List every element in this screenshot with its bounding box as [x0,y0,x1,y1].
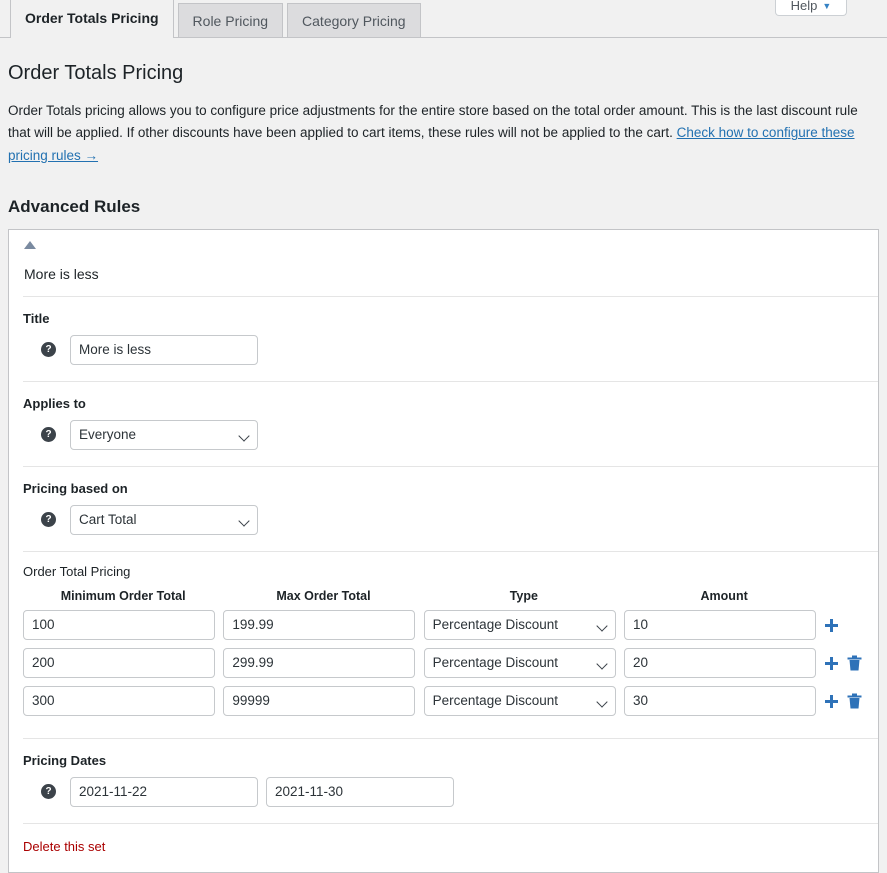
rule-panel-header: More is less [9,230,878,296]
amount-input[interactable] [623,685,816,716]
max-order-total-input[interactable] [223,647,416,678]
amount-input[interactable] [623,609,816,640]
field-title-label: Title [23,310,50,326]
tab-bar: Order Totals Pricing Role Pricing Catego… [0,0,887,38]
column-header-minimum-order-total: Minimum Order Total [60,588,186,603]
pricing-date-start-input[interactable] [70,776,258,807]
trash-icon[interactable] [847,655,862,671]
type-select[interactable]: Percentage Discount [423,685,616,716]
column-header-max-order-total: Max Order Total [276,588,371,603]
question-mark-icon[interactable]: ? [41,342,56,358]
order-total-pricing-caption: Order Total Pricing [23,563,131,579]
minimum-order-total-input[interactable] [23,685,215,716]
delete-this-set-link[interactable]: Delete this set [23,839,105,854]
pricing-based-on-select[interactable]: Cart Total [70,504,258,535]
delete-set-block: Delete this set [9,824,878,872]
page-description: Order Totals pricing allows you to confi… [8,100,879,167]
help-button-label: Help [790,0,818,13]
plus-icon[interactable] [824,618,839,633]
tab-role-pricing[interactable]: Role Pricing [177,3,284,37]
help-button[interactable]: Help ▼ [775,0,847,16]
question-mark-icon[interactable]: ? [41,427,56,443]
triangle-up-icon[interactable] [23,240,37,252]
applies-to-select[interactable]: Everyone [70,419,258,450]
chevron-down-icon: Cart Total [70,504,258,535]
table-row: Percentage Discount [23,647,864,686]
trash-icon[interactable] [847,693,862,709]
field-applies-to-label: Applies to [23,395,86,411]
max-order-total-input[interactable] [223,685,416,716]
plus-icon[interactable] [824,656,839,671]
order-total-pricing-table: Minimum Order Total Max Order Total Type… [23,589,864,724]
page-title: Order Totals Pricing [8,62,184,84]
type-select[interactable]: Percentage Discount [423,647,616,678]
plus-icon[interactable] [824,694,839,709]
row-actions [824,686,864,724]
column-header-type: Type [509,588,538,603]
rule-panel: More is less Title ? Applies to ? Everyo… [8,228,879,873]
field-applies-to: Applies to ? Everyone [9,382,878,466]
minimum-order-total-input[interactable] [23,609,215,640]
pricing-date-end-input[interactable] [266,776,454,807]
field-pricing-based-on-label: Pricing based on [23,480,128,496]
table-header-row: Minimum Order Total Max Order Total Type… [23,589,864,610]
table-row: Percentage Discount [23,609,864,648]
minimum-order-total-input[interactable] [23,647,215,678]
table-row: Percentage Discount [23,685,864,724]
chevron-down-icon: Percentage Discount [423,647,616,678]
amount-input[interactable] [623,647,816,678]
field-pricing-dates-label: Pricing Dates [23,752,107,768]
field-pricing-dates: Pricing Dates ? [9,739,878,823]
field-pricing-based-on: Pricing based on ? Cart Total [9,467,878,551]
chevron-down-icon: Percentage Discount [423,685,616,716]
tab-order-totals-pricing[interactable]: Order Totals Pricing [10,0,174,38]
row-actions [824,648,864,686]
order-total-pricing-block: Order Total Pricing Minimum Order Total … [9,552,878,738]
column-header-amount: Amount [700,588,748,603]
tab-category-pricing[interactable]: Category Pricing [287,3,421,37]
order-total-pricing-body: Percentage Discount Percentage Discount Pe… [23,609,864,724]
question-mark-icon[interactable]: ? [41,512,56,528]
max-order-total-input[interactable] [223,609,416,640]
question-mark-icon[interactable]: ? [41,784,56,800]
type-select[interactable]: Percentage Discount [423,609,616,640]
field-title: Title ? [9,297,878,381]
column-header-actions [824,589,864,610]
title-input[interactable] [70,334,258,365]
chevron-down-icon: Percentage Discount [423,609,616,640]
row-actions [824,610,864,648]
chevron-down-icon: ▼ [822,1,832,11]
chevron-down-icon: Everyone [70,419,258,450]
advanced-rules-heading: Advanced Rules [8,196,141,216]
rule-name: More is less [24,265,99,282]
